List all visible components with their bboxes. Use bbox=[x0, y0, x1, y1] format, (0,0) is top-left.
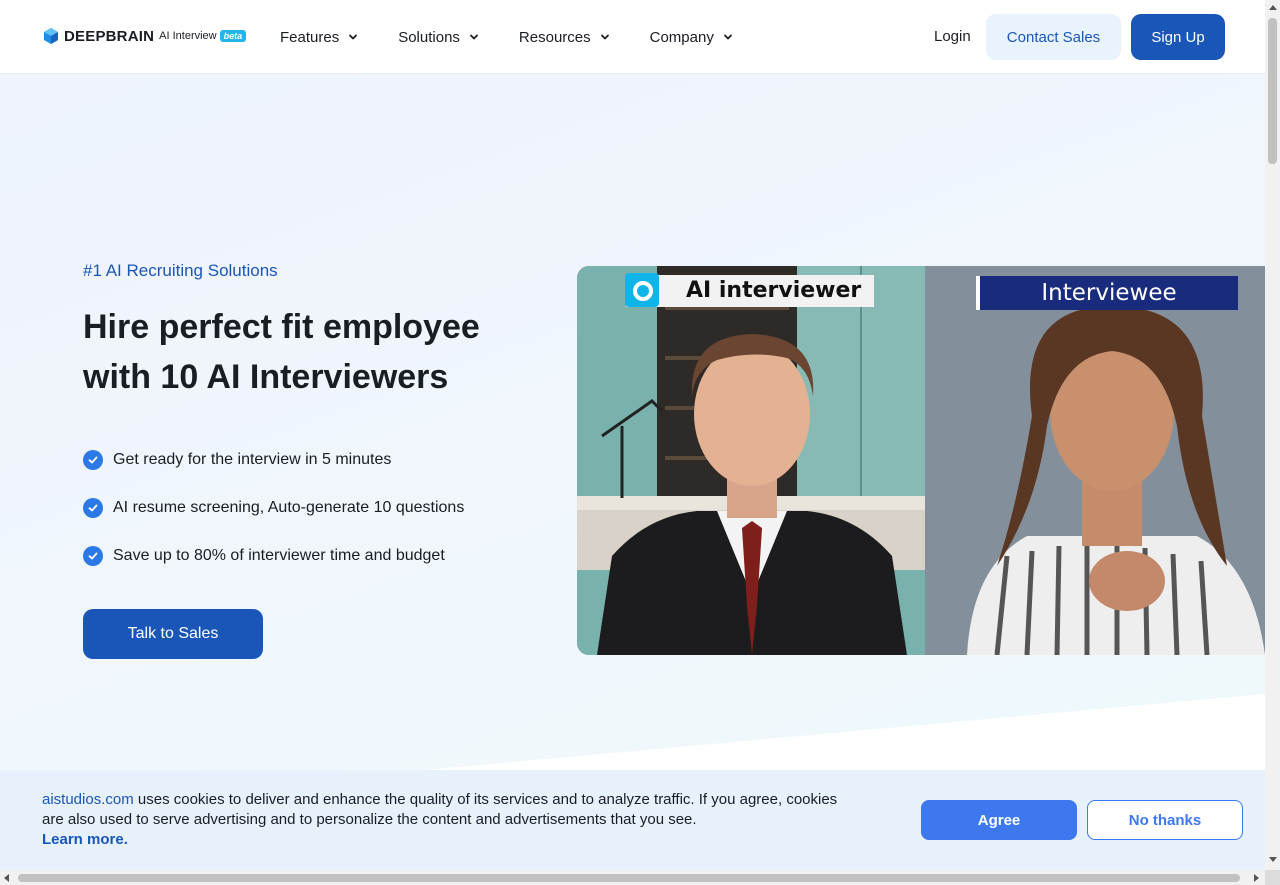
ai-interviewer-label-text: AI interviewer bbox=[686, 278, 862, 303]
logo[interactable]: DEEPBRAIN AI Interview beta bbox=[42, 27, 247, 45]
contact-sales-button[interactable]: Contact Sales bbox=[986, 14, 1121, 60]
hero-headline: Hire perfect fit employee with 10 AI Int… bbox=[83, 308, 480, 396]
check-circle-icon bbox=[83, 498, 103, 518]
cookie-message: aistudios.com uses cookies to deliver an… bbox=[42, 790, 862, 850]
cookie-domain-link[interactable]: aistudios.com bbox=[42, 791, 134, 808]
scroll-left-arrow-icon[interactable] bbox=[4, 874, 9, 882]
no-thanks-button[interactable]: No thanks bbox=[1087, 800, 1243, 840]
horizontal-scroll-thumb[interactable] bbox=[18, 874, 1240, 882]
cookie-message-text: uses cookies to deliver and enhance the … bbox=[42, 791, 838, 828]
check-circle-icon bbox=[83, 546, 103, 566]
interview-video[interactable]: AI interviewer Interviewee bbox=[577, 266, 1265, 655]
logo-product: AI Interview bbox=[159, 30, 217, 42]
nav-label: Company bbox=[649, 28, 714, 46]
vertical-scrollbar[interactable] bbox=[1265, 0, 1280, 870]
nav-company[interactable]: Company bbox=[650, 29, 733, 46]
vertical-scroll-thumb[interactable] bbox=[1268, 18, 1277, 164]
nav-resources[interactable]: Resources bbox=[519, 29, 610, 46]
feature-text: Get ready for the interview in 5 minutes bbox=[113, 451, 392, 468]
feature-item: AI resume screening, Auto-generate 10 qu… bbox=[83, 484, 464, 532]
feature-text: Save up to 80% of interviewer time and b… bbox=[113, 547, 445, 564]
ai-interviewer-label: AI interviewer bbox=[625, 273, 874, 307]
logo-brand: DEEPBRAIN bbox=[64, 27, 155, 45]
interview-video-frame bbox=[577, 266, 1265, 655]
deepbrain-cube-icon bbox=[44, 28, 58, 44]
interviewee-label: Interviewee bbox=[976, 276, 1238, 310]
chevron-down-icon bbox=[600, 34, 609, 40]
nav-label: Resources bbox=[518, 28, 591, 46]
feature-item: Get ready for the interview in 5 minutes bbox=[83, 436, 464, 484]
scroll-down-arrow-icon[interactable] bbox=[1269, 857, 1277, 862]
login-link[interactable]: Login bbox=[934, 28, 971, 45]
horizontal-scrollbar[interactable] bbox=[0, 870, 1265, 885]
agree-button[interactable]: Agree bbox=[921, 800, 1077, 840]
nav-label: Features bbox=[280, 28, 340, 46]
hero-section: #1 AI Recruiting Solutions Hire perfect … bbox=[0, 74, 1265, 874]
talk-to-sales-button[interactable]: Talk to Sales bbox=[83, 609, 263, 659]
check-circle-icon bbox=[83, 450, 103, 470]
scrollbar-corner bbox=[1265, 870, 1280, 885]
nav-label: Solutions bbox=[398, 28, 460, 46]
sign-up-button[interactable]: Sign Up bbox=[1131, 14, 1225, 60]
nav-features[interactable]: Features bbox=[280, 29, 358, 46]
chevron-down-icon bbox=[470, 34, 478, 40]
nav-solutions[interactable]: Solutions bbox=[398, 29, 479, 46]
learn-more-link[interactable]: Learn more. bbox=[42, 831, 128, 848]
feature-text: AI resume screening, Auto-generate 10 qu… bbox=[113, 499, 465, 516]
feature-item: Save up to 80% of interviewer time and b… bbox=[83, 532, 464, 580]
cookie-banner: aistudios.com uses cookies to deliver an… bbox=[0, 770, 1265, 870]
chevron-down-icon bbox=[349, 34, 358, 40]
chevron-down-icon bbox=[723, 34, 732, 40]
ai-logo-icon bbox=[625, 273, 659, 307]
hero-eyebrow: #1 AI Recruiting Solutions bbox=[83, 261, 278, 280]
site-header: DEEPBRAIN AI Interview beta Features Sol… bbox=[0, 0, 1265, 74]
scroll-right-arrow-icon[interactable] bbox=[1254, 874, 1259, 882]
scroll-up-arrow-icon[interactable] bbox=[1269, 5, 1277, 10]
main-nav: Features Solutions Resources Company bbox=[280, 0, 773, 74]
feature-list: Get ready for the interview in 5 minutes… bbox=[83, 436, 464, 580]
beta-badge: beta bbox=[219, 30, 247, 42]
interviewee-label-text: Interviewee bbox=[1041, 280, 1177, 306]
